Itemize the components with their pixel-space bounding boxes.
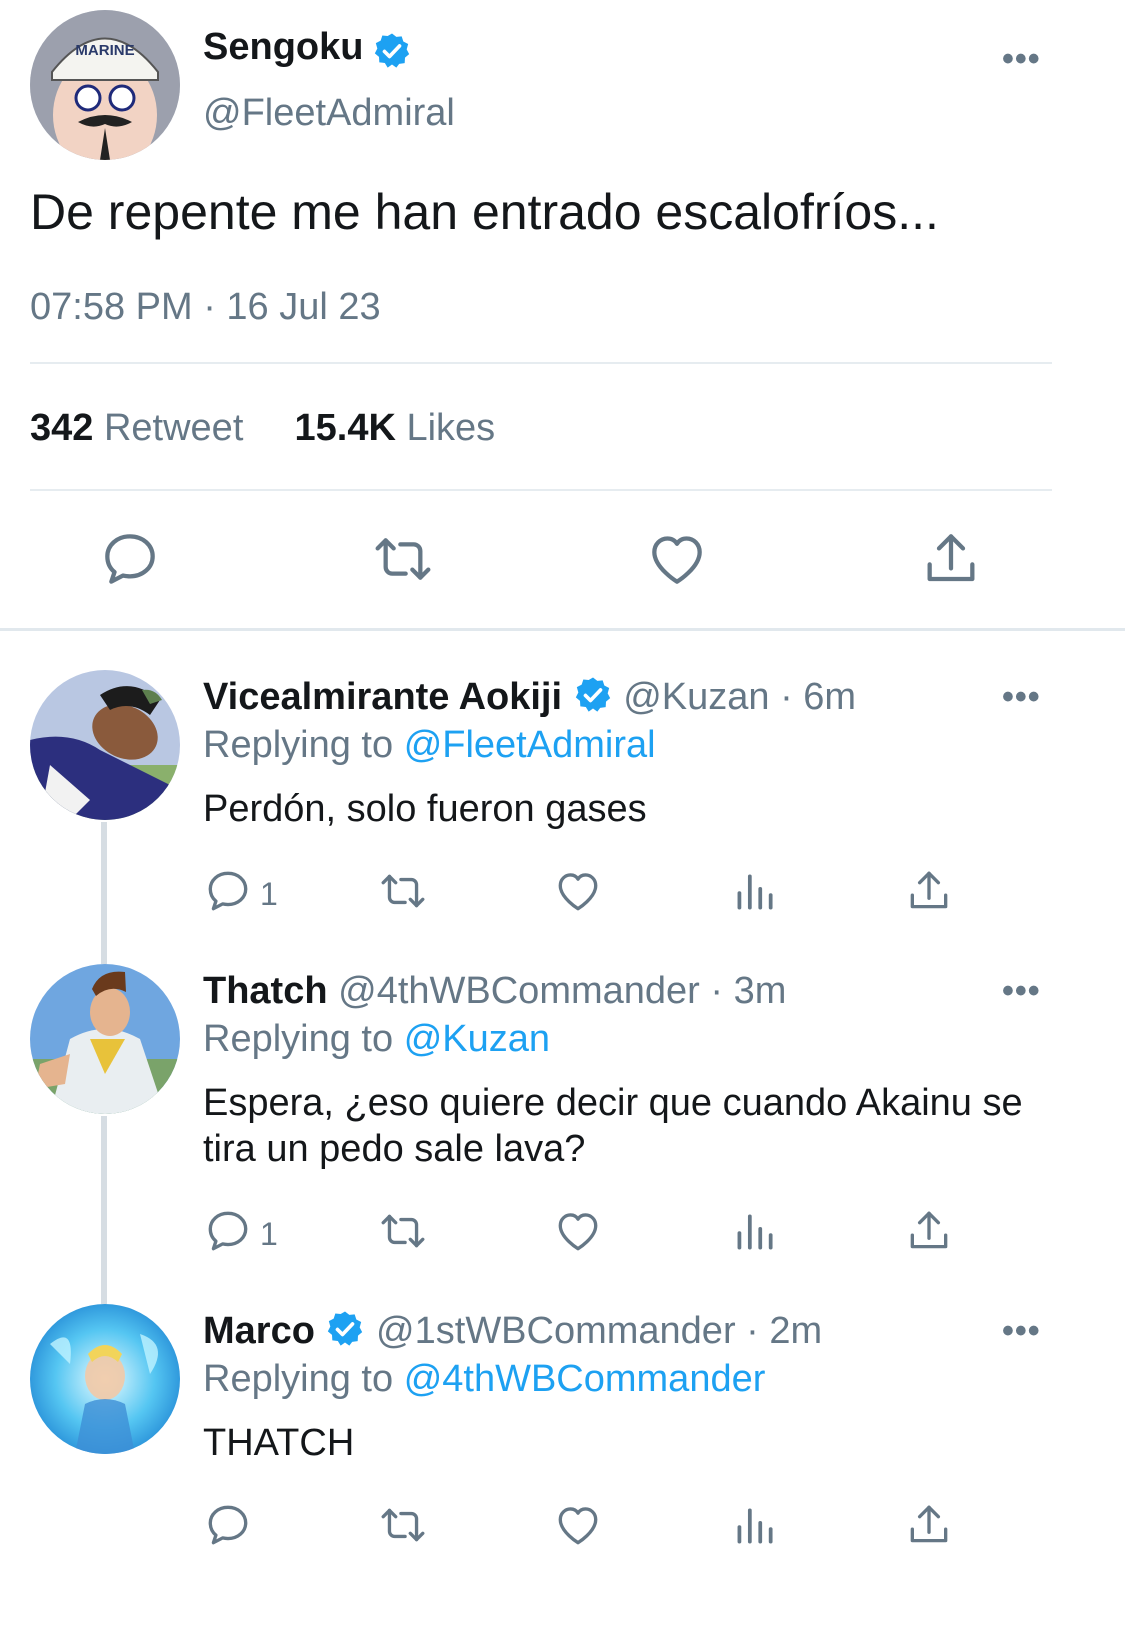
retweet-button[interactable] bbox=[378, 1206, 428, 1256]
section-divider bbox=[0, 628, 1125, 631]
replying-to-link[interactable]: @4thWBCommander bbox=[404, 1358, 766, 1400]
like-icon bbox=[645, 527, 709, 591]
avatar-image: MARINE bbox=[30, 10, 180, 160]
tweet-timestamp[interactable]: 07:58 PM · 16 Jul 23 bbox=[30, 286, 381, 329]
analytics-icon bbox=[729, 866, 779, 916]
reply-author-row: Thatch @4thWBCommander · 3m bbox=[203, 970, 786, 1013]
reply-button[interactable] bbox=[203, 866, 253, 916]
replying-to-link[interactable]: @Kuzan bbox=[404, 1018, 550, 1060]
retweet-button[interactable] bbox=[378, 1500, 428, 1550]
analytics-button[interactable] bbox=[729, 866, 779, 916]
avatar-image bbox=[30, 1304, 180, 1454]
tweet-stats: 342 Retweet 15.4K Likes bbox=[30, 407, 495, 450]
cap-text: MARINE bbox=[75, 42, 134, 59]
share-button[interactable] bbox=[919, 527, 983, 591]
reply-author-handle[interactable]: @1stWBCommander bbox=[376, 1310, 736, 1352]
reply-author-name[interactable]: Marco bbox=[203, 1310, 315, 1352]
reply-text: THATCH bbox=[203, 1422, 355, 1464]
like-button[interactable] bbox=[645, 527, 709, 591]
thread-line bbox=[101, 822, 107, 964]
like-icon bbox=[553, 1206, 603, 1256]
reply-author-row: Marco @1stWBCommander · 2m bbox=[203, 1310, 822, 1353]
share-button[interactable] bbox=[904, 1500, 954, 1550]
reply-time[interactable]: · 6m bbox=[780, 676, 856, 718]
replying-to-label: Replying to bbox=[203, 1358, 394, 1400]
share-icon bbox=[919, 527, 983, 591]
like-icon bbox=[553, 866, 603, 916]
avatar[interactable] bbox=[30, 1304, 180, 1454]
author-name[interactable]: Sengoku bbox=[203, 26, 363, 68]
reply-author-row: Vicealmirante Aokiji @Kuzan · 6m bbox=[203, 676, 856, 719]
author-row: Sengoku bbox=[203, 26, 412, 71]
retweet-button[interactable] bbox=[378, 866, 428, 916]
reply-text: Perdón, solo fueron gases bbox=[203, 788, 647, 830]
analytics-icon bbox=[729, 1206, 779, 1256]
reply-author-handle[interactable]: @Kuzan bbox=[623, 676, 769, 718]
avatar[interactable] bbox=[30, 670, 180, 820]
like-icon bbox=[553, 1500, 603, 1550]
share-icon bbox=[904, 1500, 954, 1550]
reply-time[interactable]: · 3m bbox=[710, 970, 786, 1012]
reply-count: 1 bbox=[260, 876, 278, 912]
replying-to: Replying to @4thWBCommander bbox=[203, 1358, 765, 1401]
more-icon[interactable]: ••• bbox=[1002, 1312, 1041, 1351]
verified-icon bbox=[372, 31, 412, 71]
share-icon bbox=[904, 866, 954, 916]
like-button[interactable] bbox=[553, 1500, 603, 1550]
replying-to-link[interactable]: @FleetAdmiral bbox=[404, 724, 656, 766]
avatar-image bbox=[30, 670, 180, 820]
reply-count: 1 bbox=[260, 1216, 278, 1252]
share-button[interactable] bbox=[904, 866, 954, 916]
replying-to-label: Replying to bbox=[203, 1018, 394, 1060]
retweet-icon bbox=[378, 866, 428, 916]
replying-to-label: Replying to bbox=[203, 724, 394, 766]
like-button[interactable] bbox=[553, 866, 603, 916]
analytics-button[interactable] bbox=[729, 1206, 779, 1256]
avatar-image bbox=[30, 964, 180, 1114]
reply-time[interactable]: · 2m bbox=[746, 1310, 822, 1352]
retweet-icon bbox=[378, 1206, 428, 1256]
retweet-count[interactable]: 342 bbox=[30, 407, 93, 449]
retweet-button[interactable] bbox=[371, 527, 435, 591]
share-button[interactable] bbox=[904, 1206, 954, 1256]
replying-to: Replying to @FleetAdmiral bbox=[203, 724, 656, 767]
divider bbox=[30, 362, 1052, 364]
reply-icon bbox=[203, 866, 253, 916]
replying-to: Replying to @Kuzan bbox=[203, 1018, 550, 1061]
retweet-icon bbox=[371, 527, 435, 591]
reply-author-handle[interactable]: @4thWBCommander bbox=[338, 970, 700, 1012]
divider bbox=[30, 489, 1052, 491]
reply-button[interactable] bbox=[203, 1206, 253, 1256]
verified-icon bbox=[573, 675, 613, 715]
reply-button[interactable] bbox=[203, 1500, 253, 1550]
share-icon bbox=[904, 1206, 954, 1256]
more-icon[interactable]: ••• bbox=[1002, 972, 1041, 1011]
author-handle[interactable]: @FleetAdmiral bbox=[203, 92, 455, 135]
verified-icon bbox=[325, 1309, 365, 1349]
avatar[interactable]: MARINE bbox=[30, 10, 180, 160]
analytics-icon bbox=[729, 1500, 779, 1550]
more-icon[interactable]: ••• bbox=[1002, 40, 1041, 79]
like-count[interactable]: 15.4K bbox=[295, 407, 396, 449]
reply-icon bbox=[98, 527, 162, 591]
like-button[interactable] bbox=[553, 1206, 603, 1256]
reply-author-name[interactable]: Thatch bbox=[203, 970, 328, 1012]
thread-line bbox=[101, 1116, 107, 1304]
more-icon[interactable]: ••• bbox=[1002, 678, 1041, 717]
reply-author-name[interactable]: Vicealmirante Aokiji bbox=[203, 676, 562, 718]
analytics-button[interactable] bbox=[729, 1500, 779, 1550]
reply-text: Espera, ¿eso quiere decir que cuando Aka… bbox=[203, 1082, 1023, 1170]
retweet-icon bbox=[378, 1500, 428, 1550]
reply-button[interactable] bbox=[98, 527, 162, 591]
tweet-text: De repente me han entrado escalofríos... bbox=[30, 184, 939, 240]
avatar[interactable] bbox=[30, 964, 180, 1114]
reply-icon bbox=[203, 1500, 253, 1550]
like-label[interactable]: Likes bbox=[406, 407, 495, 449]
retweet-label[interactable]: Retweet bbox=[104, 407, 243, 449]
reply-icon bbox=[203, 1206, 253, 1256]
